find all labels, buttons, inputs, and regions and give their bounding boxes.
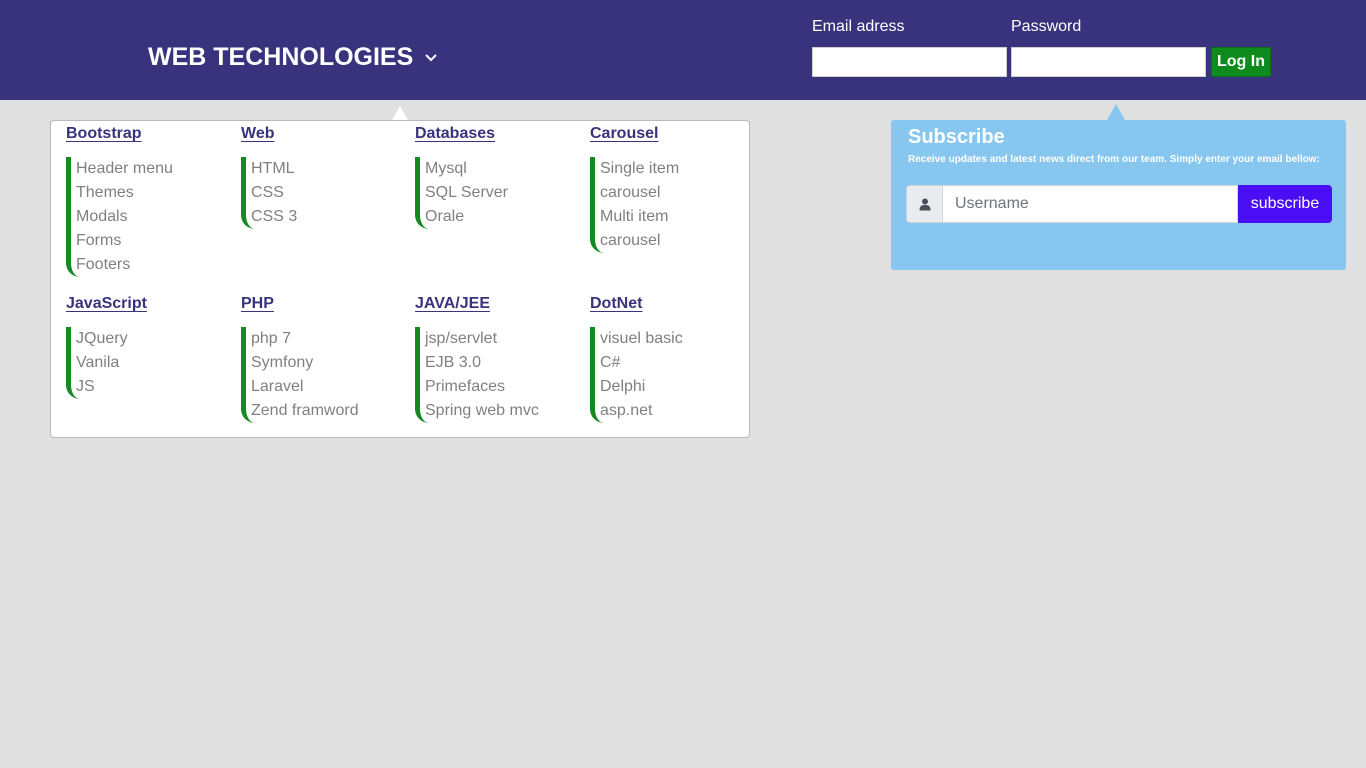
menu-category-carousel: Carousel Single item carousel Multi item… [590, 123, 750, 253]
menu-link[interactable]: JS [76, 375, 226, 399]
category-title[interactable]: JavaScript [66, 293, 147, 315]
menu-link[interactable]: Laravel [251, 375, 401, 399]
menu-link[interactable]: Delphi [600, 375, 750, 399]
mega-menu-caret [392, 106, 408, 120]
category-list: HTML CSS CSS 3 [241, 157, 401, 229]
email-field[interactable] [812, 47, 1007, 77]
category-list: php 7 Symfony Laravel Zend framword [241, 327, 401, 423]
subscribe-input-group: subscribe [906, 185, 1332, 223]
menu-category-javascript: JavaScript JQuery Vanila JS [66, 293, 226, 399]
menu-link[interactable]: Primefaces [425, 375, 575, 399]
menu-link[interactable]: Forms [76, 229, 226, 253]
subscribe-caret [1107, 104, 1125, 120]
chevron-down-icon [425, 53, 438, 61]
brand-title: WEB TECHNOLOGIES [148, 43, 414, 71]
menu-link[interactable]: Vanila [76, 351, 226, 375]
menu-link[interactable]: visuel basic [600, 327, 750, 351]
user-icon [919, 198, 930, 210]
email-label: Email adress [812, 18, 905, 35]
subscribe-title: Subscribe [908, 126, 1005, 148]
top-navbar: WEB TECHNOLOGIES Email adress Password L… [0, 0, 1366, 100]
category-list: Single item carousel Multi item carousel [590, 157, 750, 253]
menu-link[interactable]: JQuery [76, 327, 226, 351]
password-label: Password [1011, 18, 1082, 35]
menu-link[interactable]: carousel [600, 181, 750, 205]
user-icon-addon [906, 185, 943, 223]
menu-link[interactable]: Multi item [600, 205, 750, 229]
menu-category-databases: Databases Mysql SQL Server Orale [415, 123, 575, 229]
brand-dropdown-toggle[interactable]: WEB TECHNOLOGIES [148, 43, 439, 72]
menu-link[interactable]: Orale [425, 205, 575, 229]
menu-link[interactable]: Themes [76, 181, 226, 205]
menu-link[interactable]: Spring web mvc [425, 399, 575, 423]
password-group: Password [1011, 17, 1206, 77]
menu-link[interactable]: Zend framword [251, 399, 401, 423]
menu-link[interactable]: Header menu [76, 157, 226, 181]
category-title[interactable]: PHP [241, 293, 274, 315]
menu-link[interactable]: Single item [600, 157, 750, 181]
menu-link[interactable]: carousel [600, 229, 750, 253]
menu-link[interactable]: Modals [76, 205, 226, 229]
menu-link[interactable]: EJB 3.0 [425, 351, 575, 375]
menu-link[interactable]: Footers [76, 253, 226, 277]
subscribe-panel: Subscribe Receive updates and latest new… [891, 120, 1346, 270]
menu-link[interactable]: php 7 [251, 327, 401, 351]
category-list: Header menu Themes Modals Forms Footers [66, 157, 226, 277]
menu-link[interactable]: C# [600, 351, 750, 375]
menu-link[interactable]: Mysql [425, 157, 575, 181]
menu-link[interactable]: jsp/servlet [425, 327, 575, 351]
category-list: Mysql SQL Server Orale [415, 157, 575, 229]
category-title[interactable]: DotNet [590, 293, 642, 315]
category-list: jsp/servlet EJB 3.0 Primefaces Spring we… [415, 327, 575, 423]
menu-category-dotnet: DotNet visuel basic C# Delphi asp.net [590, 293, 750, 423]
username-input[interactable] [943, 185, 1238, 223]
menu-link[interactable]: HTML [251, 157, 401, 181]
category-title[interactable]: JAVA/JEE [415, 293, 490, 315]
subscribe-description: Receive updates and latest news direct f… [908, 154, 1320, 165]
category-title[interactable]: Bootstrap [66, 123, 142, 145]
menu-category-java-jee: JAVA/JEE jsp/servlet EJB 3.0 Primefaces … [415, 293, 575, 423]
menu-link[interactable]: SQL Server [425, 181, 575, 205]
mega-menu: Bootstrap Header menu Themes Modals Form… [50, 120, 750, 438]
subscribe-button[interactable]: subscribe [1238, 185, 1332, 223]
category-title[interactable]: Databases [415, 123, 495, 145]
menu-category-bootstrap: Bootstrap Header menu Themes Modals Form… [66, 123, 226, 277]
password-field[interactable] [1011, 47, 1206, 77]
category-title[interactable]: Carousel [590, 123, 658, 145]
menu-category-web: Web HTML CSS CSS 3 [241, 123, 401, 229]
category-list: JQuery Vanila JS [66, 327, 226, 399]
menu-link[interactable]: CSS 3 [251, 205, 401, 229]
menu-category-php: PHP php 7 Symfony Laravel Zend framword [241, 293, 401, 423]
menu-link[interactable]: asp.net [600, 399, 750, 423]
category-title[interactable]: Web [241, 123, 274, 145]
login-button[interactable]: Log In [1211, 47, 1271, 77]
email-group: Email adress [812, 17, 1007, 77]
category-list: visuel basic C# Delphi asp.net [590, 327, 750, 423]
menu-link[interactable]: CSS [251, 181, 401, 205]
menu-link[interactable]: Symfony [251, 351, 401, 375]
